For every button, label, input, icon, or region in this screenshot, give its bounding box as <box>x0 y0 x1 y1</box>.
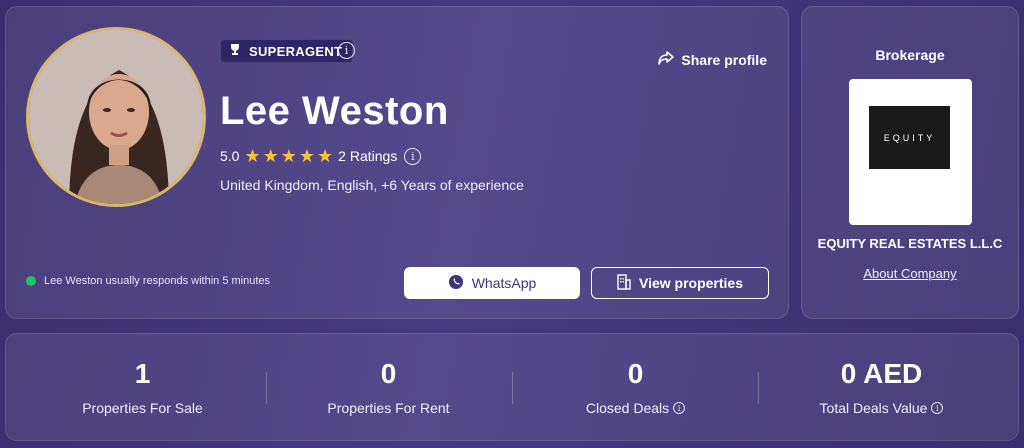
stat-label: Properties For Sale <box>82 400 203 416</box>
agent-name: Lee Weston <box>220 89 449 133</box>
rating-info-icon[interactable]: i <box>404 147 422 165</box>
agent-avatar <box>26 27 206 207</box>
agent-meta: United Kingdom, English, +6 Years of exp… <box>220 177 524 193</box>
superagent-badge: SUPERAGENT <box>220 39 354 63</box>
stat-label: Closed Deals i <box>585 400 686 416</box>
stat-value: 0 <box>627 358 644 389</box>
star-icon: ★ <box>317 146 334 166</box>
brokerage-logo-container[interactable]: EQUITY <box>849 79 972 225</box>
brokerage-card: Brokerage EQUITY EQUITY REAL ESTATES L.L… <box>801 6 1019 319</box>
share-profile-label: Share profile <box>681 51 767 68</box>
total-deals-info-icon[interactable]: i <box>931 402 944 414</box>
whatsapp-icon <box>448 274 464 293</box>
about-company-link[interactable]: About Company <box>802 266 1018 281</box>
trophy-icon <box>229 43 241 59</box>
agent-profile-card: SUPERAGENT i Share profile Lee Weston 5.… <box>5 6 789 319</box>
star-icon: ★ <box>244 146 261 166</box>
brokerage-name: EQUITY REAL ESTATES L.L.C <box>817 236 1003 251</box>
closed-deals-info-icon[interactable]: i <box>673 402 686 414</box>
stat-value: 1 <box>134 358 151 389</box>
badge-info-icon[interactable]: i <box>338 42 355 59</box>
share-icon <box>658 51 675 68</box>
share-profile-button[interactable]: Share profile <box>658 51 767 68</box>
stat-label: Total Deals Value i <box>820 400 944 416</box>
stat-label-text: Properties For Sale <box>82 400 203 416</box>
stat-total-deals-value: 0 AED Total Deals Value i <box>755 358 1008 418</box>
badge-label: SUPERAGENT <box>249 43 343 59</box>
stat-value: 0 AED <box>840 358 923 389</box>
stat-label-text: Properties For Rent <box>327 400 450 416</box>
online-status-icon <box>26 276 36 286</box>
stat-closed-deals: 0 Closed Deals i <box>509 358 762 418</box>
star-icon: ★ <box>298 146 316 166</box>
star-icon: ★ <box>262 146 279 166</box>
brokerage-logo: EQUITY <box>869 106 950 169</box>
stat-value: 0 <box>380 358 397 389</box>
brokerage-title: Brokerage <box>875 47 945 63</box>
building-icon <box>617 273 631 293</box>
star-icon: ★ <box>280 146 297 166</box>
stat-label-text: Closed Deals <box>585 400 670 416</box>
view-properties-button[interactable]: View properties <box>591 267 769 299</box>
whatsapp-label: WhatsApp <box>471 275 537 291</box>
ratings-count: 2 Ratings <box>338 148 398 164</box>
agent-rating: 5.0 ★ ★ ★ ★ ★ 2 Ratings i <box>220 147 422 165</box>
stat-label-text: Total Deals Value <box>819 400 928 416</box>
stat-label: Properties For Rent <box>327 400 449 416</box>
agent-stats-card: 1 Properties For Sale 0 Properties For R… <box>5 333 1019 441</box>
stat-properties-for-sale: 1 Properties For Sale <box>16 358 269 418</box>
response-time: Lee Weston usually responds within 5 min… <box>26 275 270 287</box>
response-time-label: Lee Weston usually responds within 5 min… <box>44 275 271 287</box>
stat-properties-for-rent: 0 Properties For Rent <box>262 358 515 418</box>
rating-stars: ★ ★ ★ ★ ★ <box>244 147 333 165</box>
rating-value: 5.0 <box>220 148 240 164</box>
whatsapp-button[interactable]: WhatsApp <box>404 267 580 299</box>
view-properties-label: View properties <box>638 275 743 291</box>
